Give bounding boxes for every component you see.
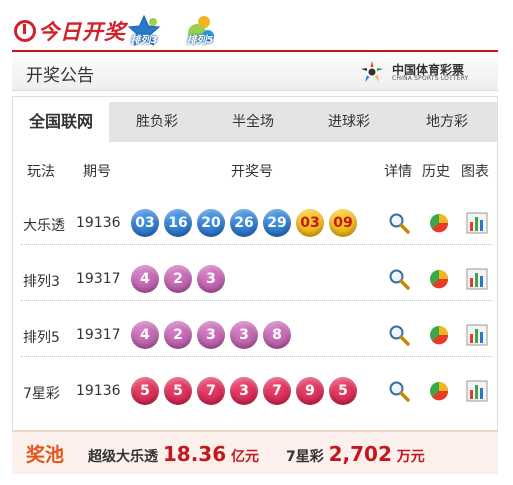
number-ball: 7 <box>197 377 225 405</box>
row-divider <box>21 300 493 301</box>
col-issue: 期号 <box>83 164 111 180</box>
section-header: 开奖公告 中国体育彩票 CHINA SPORTS LOTTERY <box>12 52 498 91</box>
issue-number: 19317 <box>76 327 121 343</box>
number-ball: 5 <box>131 377 159 405</box>
number-ball: 03 <box>296 209 324 237</box>
chart-bar-chart-icon[interactable] <box>465 211 489 235</box>
number-ball: 2 <box>164 265 192 293</box>
number-ball: 8 <box>263 321 291 349</box>
number-ball: 4 <box>131 321 159 349</box>
play-name[interactable]: 排列5 <box>23 327 60 347</box>
row-divider <box>21 244 493 245</box>
number-ball: 26 <box>230 209 258 237</box>
brand-mark-icon <box>14 20 36 42</box>
tab-win-lose[interactable]: 胜负彩 <box>109 102 205 142</box>
detail-magnifier-icon[interactable] <box>387 379 411 403</box>
china-sports-lottery-logo: 中国体育彩票 CHINA SPORTS LOTTERY <box>358 60 488 84</box>
tab-goals[interactable]: 进球彩 <box>301 102 397 142</box>
number-ball: 5 <box>329 377 357 405</box>
winning-numbers: 42338 <box>131 321 296 349</box>
pool-item-unit: 亿元 <box>231 449 260 465</box>
pool-title: 奖池 <box>26 444 65 466</box>
pool-item-value: 2,702 <box>328 442 392 466</box>
row-divider <box>21 356 493 357</box>
number-ball: 16 <box>164 209 192 237</box>
winning-numbers: 5573795 <box>131 377 362 405</box>
pl3-game-icon[interactable]: 排列3 <box>124 14 164 48</box>
column-header: 玩法 期号 开奖号 详情 历史 图表 <box>13 155 497 185</box>
tab-local[interactable]: 地方彩 <box>397 102 497 142</box>
number-ball: 3 <box>197 321 225 349</box>
number-ball: 3 <box>230 321 258 349</box>
brand-logo[interactable]: 今日开奖 <box>14 16 126 46</box>
pool-item-7xc: 7星彩 2,702 万元 <box>286 442 425 466</box>
tab-half-full[interactable]: 半全场 <box>205 102 301 142</box>
pool-item-label: 7星彩 <box>286 449 324 465</box>
history-pie-chart-icon[interactable] <box>427 379 451 403</box>
number-ball: 4 <box>131 265 159 293</box>
chart-bar-chart-icon[interactable] <box>465 323 489 347</box>
pl5-game-icon[interactable]: 排列5 <box>180 14 220 48</box>
prize-pool-bar: 奖池 超级大乐透 18.36 亿元 7星彩 2,702 万元 <box>12 430 498 474</box>
pool-item-dlt: 超级大乐透 18.36 亿元 <box>88 442 259 466</box>
number-ball: 5 <box>164 377 192 405</box>
pool-item-label: 超级大乐透 <box>88 449 158 465</box>
lottery-star-icon <box>361 61 383 82</box>
brand-text: 今日开奖 <box>38 20 126 44</box>
pl3-game-label: 排列3 <box>130 35 158 46</box>
issue-number: 19317 <box>76 271 121 287</box>
result-row: 7星彩 19136 5 5 7 3 7 9 5 <box>13 365 497 421</box>
pl5-game-label: 排列5 <box>186 35 214 46</box>
play-name[interactable]: 7星彩 <box>23 383 60 403</box>
tab-bar: 全国联网 胜负彩 半全场 进球彩 地方彩 <box>13 102 497 142</box>
number-ball: 3 <box>197 265 225 293</box>
number-ball: 3 <box>230 377 258 405</box>
pool-item-unit: 万元 <box>396 449 425 465</box>
number-ball: 29 <box>263 209 291 237</box>
tab-national[interactable]: 全国联网 <box>13 102 109 142</box>
number-ball: 9 <box>296 377 324 405</box>
history-pie-chart-icon[interactable] <box>427 267 451 291</box>
issue-number: 19136 <box>76 215 121 231</box>
winning-numbers: 423 <box>131 265 230 293</box>
top-bar: 今日开奖 排列3 排列5 <box>0 0 513 50</box>
detail-magnifier-icon[interactable] <box>387 267 411 291</box>
lottery-logo-en: CHINA SPORTS LOTTERY <box>392 75 469 82</box>
number-ball: 09 <box>329 209 357 237</box>
section-title: 开奖公告 <box>26 66 94 86</box>
pool-item-value: 18.36 <box>162 442 227 466</box>
col-play: 玩法 <box>27 164 55 180</box>
detail-magnifier-icon[interactable] <box>387 211 411 235</box>
col-history: 历史 <box>422 164 450 180</box>
number-ball: 20 <box>197 209 225 237</box>
winning-numbers: 03 16 20 26 29 03 09 <box>131 209 362 237</box>
chart-bar-chart-icon[interactable] <box>465 267 489 291</box>
col-chart: 图表 <box>461 164 489 180</box>
number-ball: 2 <box>164 321 192 349</box>
number-ball: 7 <box>263 377 291 405</box>
issue-number: 19136 <box>76 383 121 399</box>
history-pie-chart-icon[interactable] <box>427 211 451 235</box>
play-name[interactable]: 排列3 <box>23 271 60 291</box>
history-pie-chart-icon[interactable] <box>427 323 451 347</box>
play-name[interactable]: 大乐透 <box>23 215 65 235</box>
chart-bar-chart-icon[interactable] <box>465 379 489 403</box>
detail-magnifier-icon[interactable] <box>387 323 411 347</box>
col-detail: 详情 <box>384 164 412 180</box>
number-ball: 03 <box>131 209 159 237</box>
col-numbers: 开奖号 <box>231 164 273 180</box>
results-panel: 全国联网 胜负彩 半全场 进球彩 地方彩 玩法 期号 开奖号 详情 历史 图表 … <box>12 96 498 456</box>
